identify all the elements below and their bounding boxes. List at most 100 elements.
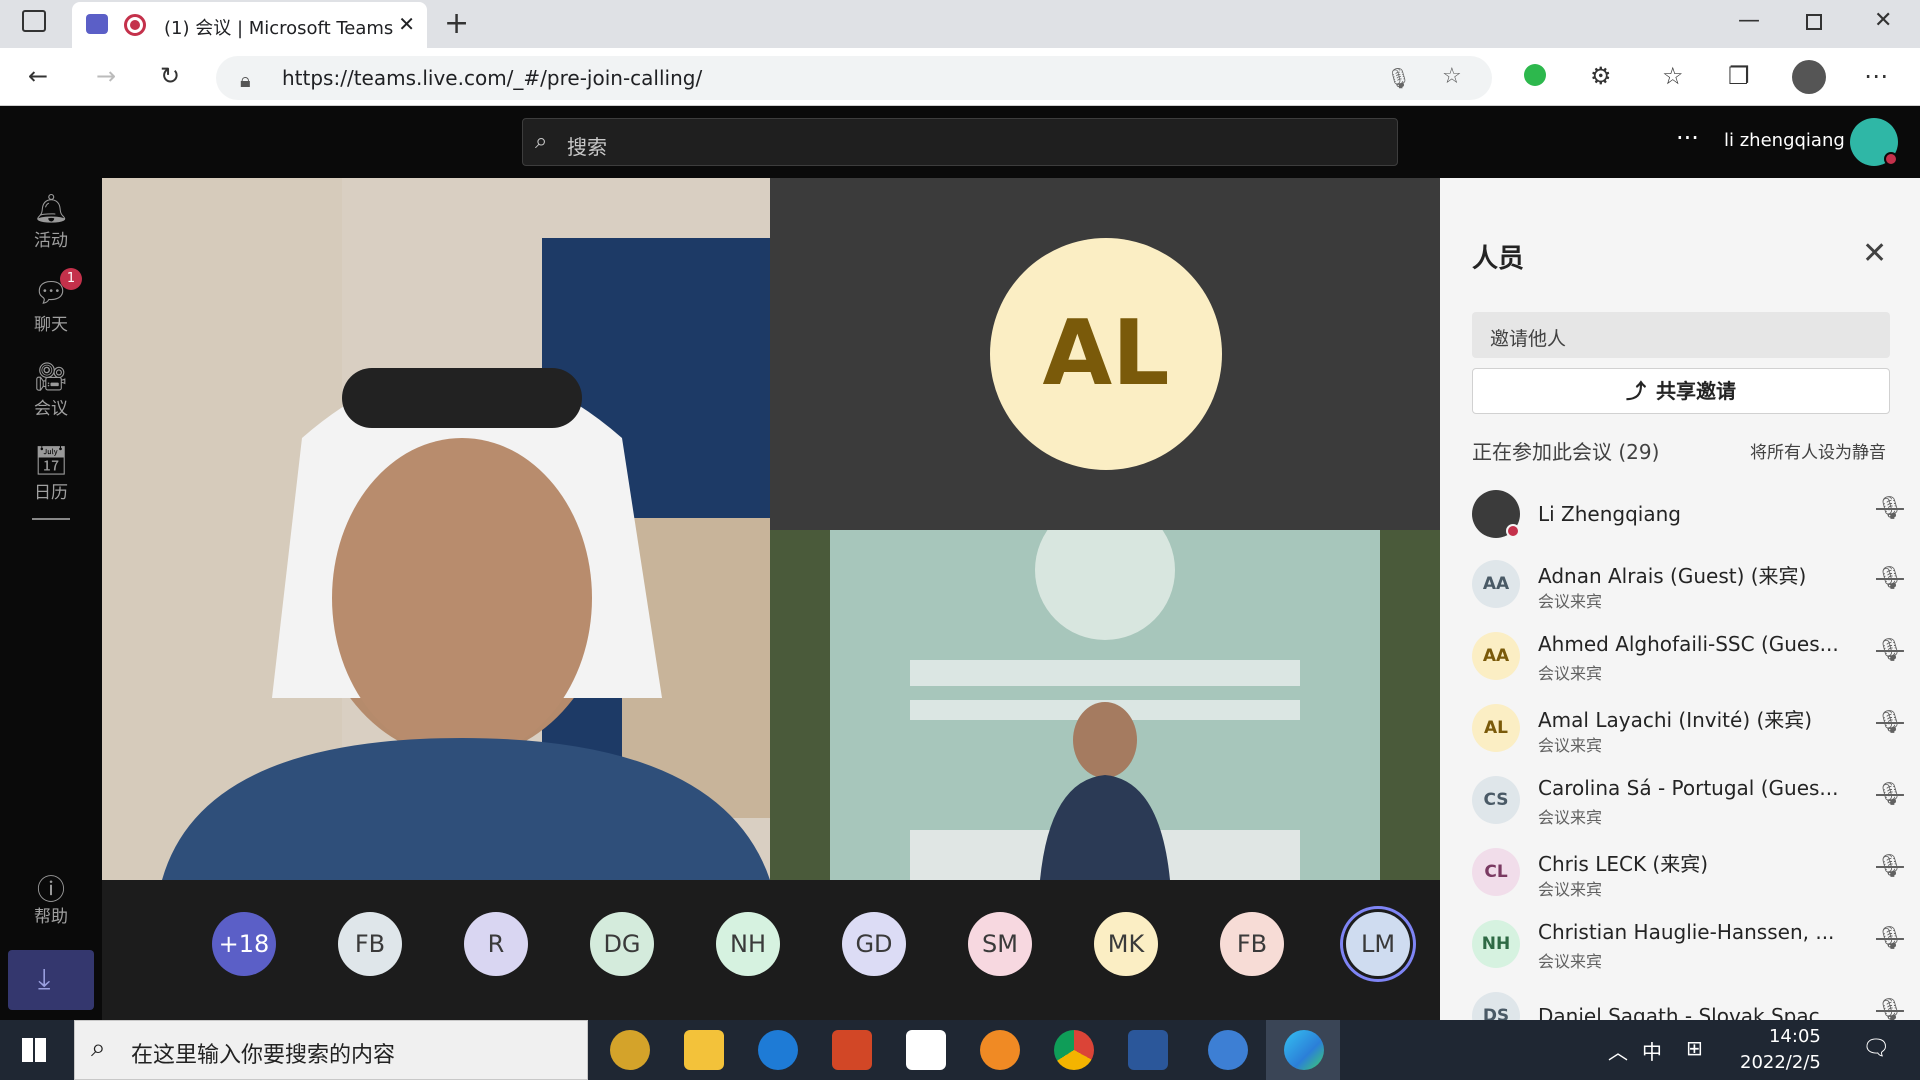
app-icon[interactable]	[906, 1030, 946, 1070]
participant-avatar: AL	[1472, 704, 1520, 752]
powerpoint-icon[interactable]	[832, 1030, 872, 1070]
more-options-icon[interactable]: ···	[1676, 124, 1699, 152]
participant-name: Chris LECK (来宾)	[1538, 852, 1709, 876]
participant-avatar[interactable]: LM	[1346, 912, 1410, 976]
rail-label: 聊天	[34, 315, 68, 335]
reload-icon[interactable]: ↻	[160, 62, 180, 90]
notification-icon[interactable]: 🗨︎	[1862, 1036, 1890, 1061]
mic-muted-icon[interactable]: 🎙︎	[1876, 854, 1904, 879]
chrome-icon[interactable]	[1054, 1030, 1094, 1070]
windows-start-icon[interactable]	[22, 1038, 46, 1062]
tab-actions-icon[interactable]	[22, 10, 46, 32]
rail-item-chat[interactable]: 💬︎ 1 聊天	[0, 268, 102, 335]
participant-avatar[interactable]: GD	[842, 912, 906, 976]
profile-avatar[interactable]	[1792, 60, 1826, 94]
teams-logo-icon	[86, 14, 108, 34]
mute-all-link[interactable]: 将所有人设为静音	[1750, 438, 1886, 463]
word-icon[interactable]	[1128, 1030, 1168, 1070]
address-bar[interactable]: 🔒︎ https://teams.live.com/_#/pre-join-ca…	[216, 56, 1492, 100]
participant-video-left[interactable]	[102, 178, 770, 880]
tab-close-icon[interactable]: ✕	[398, 12, 415, 36]
recording-dot-icon	[130, 20, 140, 30]
rail-item-calendar[interactable]: 📅︎ 日历	[0, 444, 102, 503]
participant-avatar[interactable]: R	[464, 912, 528, 976]
edge-icon[interactable]	[1284, 1030, 1324, 1070]
participant-avatar[interactable]: DG	[590, 912, 654, 976]
back-icon[interactable]: ←	[28, 62, 48, 90]
participant-avatar[interactable]: NH	[716, 912, 780, 976]
share-invite-button[interactable]: ⤴ 共享邀请	[1472, 368, 1890, 414]
ime-mode-icon[interactable]: ⊞	[1686, 1036, 1703, 1060]
participant-row[interactable]: AL Amal Layachi (Invité) (来宾) 会议来宾 🎙︎	[1472, 702, 1904, 774]
participant-row[interactable]: AA Ahmed Alghofaili-SSC (Gues... 会议来宾 🎙︎	[1472, 630, 1904, 702]
mic-muted-icon[interactable]: 🎙︎	[1876, 496, 1904, 521]
participant-name: Daniel Sagath - Slovak Spac...	[1538, 1004, 1839, 1020]
invite-placeholder: 邀请他人	[1490, 328, 1567, 350]
participant-avatar[interactable]: SM	[968, 912, 1032, 976]
taskbar-search-input[interactable]: ⌕ 在这里输入你要搜索的内容	[74, 1020, 588, 1080]
participant-avatar[interactable]: MK	[1094, 912, 1158, 976]
magnifier-icon[interactable]	[980, 1030, 1020, 1070]
file-explorer-icon[interactable]	[684, 1030, 724, 1070]
participant-avatar[interactable]: FB	[338, 912, 402, 976]
video-frame-left	[102, 178, 770, 880]
tray-chevron-icon[interactable]: ︿	[1608, 1036, 1628, 1065]
participant-row[interactable]: NH Christian Hauglie-Hanssen, ... 会议来宾 🎙︎	[1472, 918, 1904, 990]
new-tab-icon[interactable]: +	[444, 6, 469, 41]
more-menu-icon[interactable]: ⋯	[1864, 62, 1888, 90]
close-panel-icon[interactable]: ✕	[1862, 236, 1887, 271]
url-text[interactable]: https://teams.live.com/_#/pre-join-calli…	[282, 66, 702, 90]
mail-icon[interactable]	[1208, 1030, 1248, 1070]
windows-taskbar: ⌕ 在这里输入你要搜索的内容 ︿ 中 ⊞ 14:05 2022/2/5 🗨︎	[0, 1020, 1920, 1080]
participant-avatar[interactable]: +18	[212, 912, 276, 976]
participant-row[interactable]: CS Carolina Sá - Portugal (Gues... 会议来宾 🎙︎	[1472, 774, 1904, 846]
mic-muted-icon[interactable]: 🎙︎	[1876, 998, 1904, 1020]
help-icon: ⓘ	[36, 873, 65, 906]
participant-name: Carolina Sá - Portugal (Gues...	[1538, 776, 1839, 800]
browser-tab[interactable]: (1) 会议 | Microsoft Teams ✕	[72, 2, 427, 48]
clock-time: 14:05	[1768, 1026, 1821, 1047]
participant-tile-al[interactable]: AL	[770, 178, 1440, 530]
participant-row[interactable]: DS Daniel Sagath - Slovak Spac... 🎙︎	[1472, 990, 1904, 1020]
mic-muted-icon[interactable]: 🎙︎	[1876, 782, 1904, 807]
search-tool-icon[interactable]	[758, 1030, 798, 1070]
mic-muted-icon[interactable]: 🎙︎	[1876, 926, 1904, 951]
attendees-section-header[interactable]: 正在参加此会议 (29) 将所有人设为静音	[1472, 436, 1890, 466]
favorites-icon[interactable]: ☆	[1662, 62, 1684, 90]
left-app-rail: 🔔︎ 活动 💬︎ 1 聊天 🎥︎ 会议 📅︎ 日历 ⓘ 帮助 ⤓	[0, 178, 102, 1020]
restore-icon[interactable]	[1806, 14, 1822, 30]
participant-avatar: DS	[1472, 992, 1520, 1020]
user-name[interactable]: li zhengqiang	[1724, 130, 1845, 151]
rail-item-help[interactable]: ⓘ 帮助	[0, 868, 102, 927]
mic-muted-icon[interactable]: 🎙︎	[1876, 638, 1904, 663]
forward-icon[interactable]: →	[96, 62, 116, 90]
taskbar-search-placeholder: 在这里输入你要搜索的内容	[131, 1043, 396, 1068]
participant-row[interactable]: AA Adnan Alrais (Guest) (来宾) 会议来宾 🎙︎	[1472, 558, 1904, 630]
system-clock[interactable]: 14:05 2022/2/5	[1740, 1024, 1821, 1076]
participant-video-right[interactable]	[770, 530, 1440, 880]
participant-name: Li Zhengqiang	[1538, 502, 1681, 526]
rail-item-meetings[interactable]: 🎥︎ 会议	[0, 360, 102, 419]
window-close-icon[interactable]: ✕	[1874, 8, 1892, 33]
add-favorite-icon[interactable]: ☆	[1442, 64, 1462, 89]
evernote-extension-icon[interactable]	[1524, 64, 1546, 86]
participant-row[interactable]: CL Chris LECK (来宾) 会议来宾 🎙︎	[1472, 846, 1904, 918]
lock-icon[interactable]: 🔒︎	[240, 68, 251, 92]
search-input[interactable]: ⌕ 搜索	[522, 118, 1398, 166]
download-app-button[interactable]: ⤓	[8, 950, 94, 1010]
ime-indicator[interactable]: 中	[1642, 1036, 1662, 1065]
microphone-icon[interactable]: 🎙︎	[1386, 66, 1411, 90]
extensions-icon[interactable]: ⚙︎	[1590, 62, 1612, 90]
rail-label: 活动	[34, 231, 68, 251]
minimize-icon[interactable]: —	[1738, 8, 1760, 33]
participant-avatar[interactable]: FB	[1220, 912, 1284, 976]
mic-muted-icon[interactable]: 🎙︎	[1876, 566, 1904, 591]
collections-icon[interactable]: ❐	[1728, 62, 1750, 90]
ultraedit-icon[interactable]	[610, 1030, 650, 1070]
participant-row[interactable]: Li Zhengqiang 🎙︎	[1472, 488, 1904, 560]
mic-muted-icon[interactable]: 🎙︎	[1876, 710, 1904, 735]
rail-item-activity[interactable]: 🔔︎ 活动	[0, 192, 102, 251]
invite-input[interactable]: 邀请他人	[1472, 312, 1890, 358]
user-avatar[interactable]	[1850, 118, 1898, 166]
video-icon: 🎥︎	[33, 360, 69, 393]
